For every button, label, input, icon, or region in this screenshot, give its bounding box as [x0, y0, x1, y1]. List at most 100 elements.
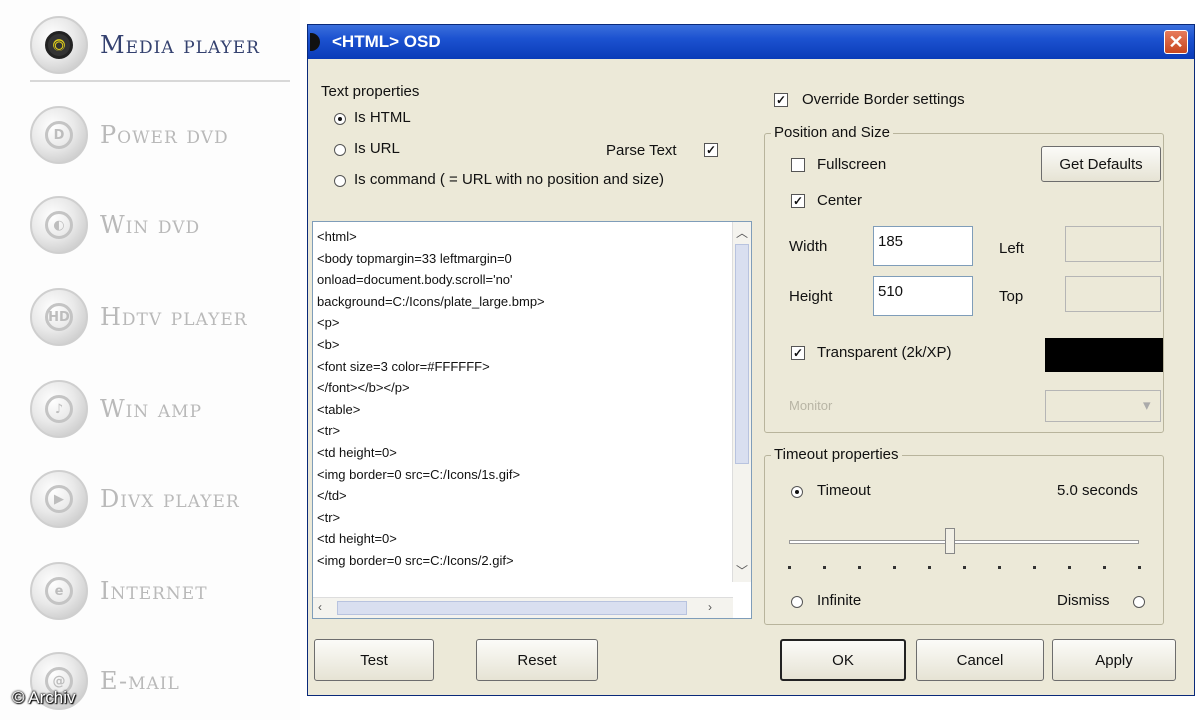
width-field[interactable]: 185 [873, 226, 973, 266]
code-line: <b> [317, 336, 340, 352]
dvd-icon: ◐ [30, 196, 88, 254]
launcher-item-win-dvd[interactable]: ◐ Win dvd [30, 190, 290, 260]
code-lines: <html> <body topmargin=33 leftmargin=0 o… [317, 226, 545, 572]
height-label: Height [789, 288, 833, 305]
slider-tick [1068, 566, 1071, 569]
dismiss-label: Dismiss [1057, 592, 1110, 609]
launcher-item-divx-player[interactable]: ▶ Divx player [30, 464, 290, 534]
override-border-checkbox[interactable]: ✓ [774, 93, 788, 107]
timeout-radio[interactable] [791, 486, 803, 498]
timeout-slider-thumb[interactable] [945, 528, 955, 554]
disc-icon: ◉ [30, 16, 88, 74]
launcher-item-label: Internet [100, 577, 208, 605]
transparent-color-swatch[interactable] [1045, 338, 1163, 372]
globe-icon: e [30, 562, 88, 620]
vertical-scroll-thumb[interactable] [735, 244, 749, 464]
fullscreen-label: Fullscreen [817, 156, 887, 173]
timeout-seconds-value: 5.0 seconds [1057, 482, 1138, 499]
dvd-icon: D [30, 106, 88, 164]
hdtv-icon: HD [30, 288, 88, 346]
slider-tick [963, 566, 966, 569]
music-icon: ♪ [30, 380, 88, 438]
infinite-radio[interactable] [791, 596, 803, 608]
launcher-item-internet[interactable]: e Internet [30, 556, 290, 626]
close-button[interactable]: ✕ [1164, 30, 1188, 54]
timeout-properties-legend: Timeout properties [771, 446, 902, 463]
launcher-item-label: Media player [100, 31, 260, 59]
code-line: onload=document.body.scroll='no' [317, 272, 513, 288]
launcher-item-media-player[interactable]: ◉ Media player [30, 10, 290, 82]
code-line: background=C:/Icons/plate_large.bmp> [317, 293, 545, 309]
image-credit: © Archiv [12, 688, 76, 707]
scroll-left-icon[interactable]: ‹ [318, 600, 322, 614]
code-line: <td height=0> [317, 531, 397, 547]
scroll-right-icon[interactable]: › [708, 600, 712, 614]
is-html-radio[interactable] [334, 113, 346, 125]
left-label: Left [999, 240, 1025, 257]
apply-button[interactable]: Apply [1052, 639, 1176, 681]
scroll-up-icon[interactable]: ︿ [736, 224, 748, 241]
slider-tick [823, 566, 826, 569]
slider-tick [1103, 566, 1106, 569]
close-icon: ✕ [1168, 31, 1184, 52]
dialog-titlebar[interactable]: <HTML> OSD ✕ [308, 25, 1194, 59]
code-line: <td height=0> [317, 444, 397, 460]
slider-tick [1033, 566, 1036, 569]
launcher-item-label: Win amp [100, 395, 203, 423]
video-icon: ▶ [30, 470, 88, 528]
launcher-item-label: Win dvd [100, 211, 201, 239]
width-label: Width [789, 238, 828, 255]
parse-text-checkbox[interactable]: ✓ [704, 143, 718, 157]
code-line: <font size=3 color=#FFFFFF> [317, 358, 490, 374]
chevron-down-icon: ▾ [1143, 397, 1151, 414]
infinite-label: Infinite [817, 592, 862, 609]
code-line: <p> [317, 315, 340, 331]
center-label: Center [817, 192, 863, 209]
is-url-label: Is URL [354, 140, 400, 157]
test-button[interactable]: Test [314, 639, 434, 681]
is-url-radio[interactable] [334, 144, 346, 156]
scroll-down-icon[interactable]: ﹀ [736, 562, 748, 579]
launcher-item-label: Hdtv player [100, 303, 248, 331]
timeout-label: Timeout [817, 482, 871, 499]
launcher-item-label: E-mail [100, 667, 180, 695]
transparent-checkbox[interactable]: ✓ [791, 346, 805, 360]
code-line: <img border=0 src=C:/Icons/1s.gif> [317, 466, 521, 482]
dialog-title: <HTML> OSD [332, 32, 441, 51]
horizontal-scroll-thumb[interactable] [337, 601, 687, 615]
launcher-item-hdtv-player[interactable]: HD Hdtv player [30, 282, 290, 352]
slider-tick [858, 566, 861, 569]
slider-tick [998, 566, 1001, 569]
html-code-editor[interactable]: <html> <body topmargin=33 leftmargin=0 o… [312, 221, 752, 619]
code-line: <img border=0 src=C:/Icons/2.gif> [317, 552, 514, 568]
center-checkbox[interactable]: ✓ [791, 194, 805, 208]
timeout-slider-track[interactable] [789, 540, 1139, 544]
is-command-radio[interactable] [334, 175, 346, 187]
launcher-item-win-amp[interactable]: ♪ Win amp [30, 374, 290, 444]
launcher-item-power-dvd[interactable]: D Power dvd [30, 100, 290, 170]
code-line: </td> [317, 488, 347, 504]
is-html-label: Is HTML [354, 109, 411, 126]
cancel-button[interactable]: Cancel [916, 639, 1044, 681]
timeout-properties-group: Timeout properties Timeout 5.0 seconds I… [764, 446, 1164, 625]
slider-tick [893, 566, 896, 569]
text-properties-group: Text properties Is HTML Is URL Parse Tex… [312, 83, 752, 201]
slider-tick [928, 566, 931, 569]
height-field[interactable]: 510 [873, 276, 973, 316]
parse-text-label: Parse Text [606, 142, 677, 159]
dismiss-radio[interactable] [1133, 596, 1145, 608]
left-field[interactable] [1065, 226, 1161, 262]
position-size-legend: Position and Size [771, 124, 893, 141]
get-defaults-button[interactable]: Get Defaults [1041, 146, 1161, 182]
top-label: Top [999, 288, 1024, 305]
horizontal-scrollbar[interactable]: ‹ › [313, 597, 733, 618]
monitor-label: Monitor [789, 398, 833, 413]
vertical-scrollbar[interactable]: ︿ ﹀ [732, 222, 751, 582]
launcher-item-label: Divx player [100, 485, 240, 513]
ok-button[interactable]: OK [780, 639, 906, 681]
launcher-item-label: Power dvd [100, 121, 229, 149]
slider-tick [1138, 566, 1141, 569]
top-field[interactable] [1065, 276, 1161, 312]
fullscreen-checkbox[interactable] [791, 158, 805, 172]
reset-button[interactable]: Reset [476, 639, 598, 681]
